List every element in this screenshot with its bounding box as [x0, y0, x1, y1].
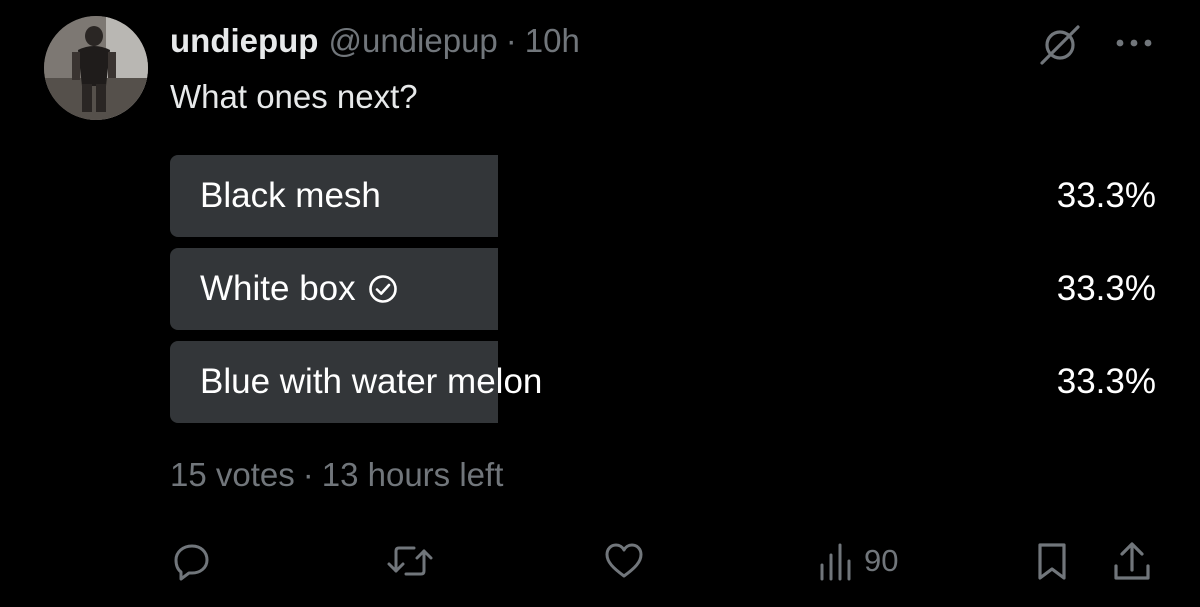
avatar[interactable] [44, 16, 148, 120]
poll-meta: 15 votes · 13 hours left [170, 456, 503, 494]
display-name[interactable]: undiepup [170, 22, 318, 60]
more-dots-icon[interactable] [1112, 36, 1156, 50]
views-count: 90 [864, 543, 899, 578]
poll-option-label: White box [200, 248, 398, 330]
tweet-header: undiepup @undiepup · 10h [170, 22, 580, 66]
heart-icon [605, 543, 643, 578]
poll-meta-separator: · [302, 456, 314, 493]
poll-option-percent: 33.3% [1056, 176, 1156, 215]
poll-option-label: Black mesh [200, 176, 381, 215]
poll-option-percent: 33.3% [1056, 362, 1156, 401]
poll-option-white-box[interactable]: White box 33.3% [170, 248, 1156, 330]
like-button[interactable] [603, 535, 645, 587]
tweet-actions: 90 [0, 535, 1200, 587]
post-time[interactable]: 10h [525, 22, 580, 60]
share-icon [1114, 542, 1150, 580]
avatar-photo [44, 16, 148, 120]
retweet-button[interactable] [386, 535, 434, 587]
check-circle-icon [368, 275, 397, 303]
tweet-text: What ones next? [170, 78, 418, 115]
grok-icon[interactable] [1036, 24, 1084, 66]
bookmark-icon [1038, 543, 1066, 580]
poll-option-blue-with-water-melon[interactable]: Blue with water melon 33.3% [170, 341, 1156, 423]
bookmark-button[interactable] [1034, 535, 1070, 587]
user-handle[interactable]: @undiepup [328, 22, 497, 60]
tweet: undiepup @undiepup · 10h What ones next?… [0, 0, 1200, 607]
header-separator: · [505, 22, 517, 59]
reply-button[interactable] [172, 535, 212, 587]
views-chart-icon [820, 543, 851, 581]
views-button[interactable]: 90 [818, 535, 898, 587]
retweet-icon [387, 546, 433, 576]
poll-option-black-mesh[interactable]: Black mesh 33.3% [170, 155, 1156, 237]
poll-votes: 15 votes [170, 456, 295, 493]
poll-time-left: 13 hours left [321, 456, 504, 493]
share-button[interactable] [1112, 535, 1152, 587]
poll-option-percent: 33.3% [1056, 269, 1156, 308]
reply-icon [174, 544, 209, 581]
poll-option-label: Blue with water melon [200, 362, 543, 401]
